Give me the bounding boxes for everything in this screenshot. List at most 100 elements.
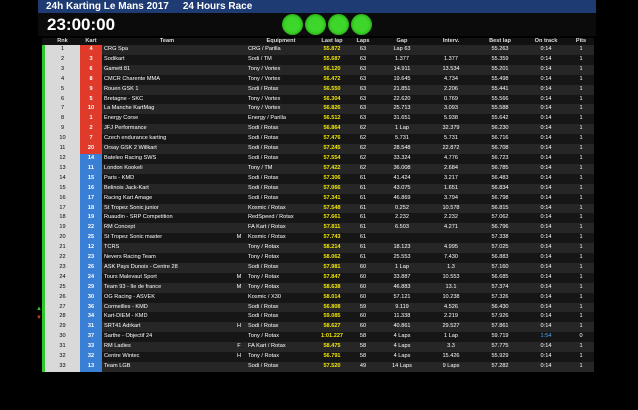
- kart-number-cell: 5: [80, 94, 102, 105]
- best-lap-cell: 55.642: [476, 114, 524, 125]
- table-row[interactable]: 4 8 CMCR Charente MMA Tony / Vortex 56.472 63…: [42, 74, 594, 85]
- table-row[interactable]: 7 10 La Manche KartMag Tony / Vortex 56.826 6…: [42, 104, 594, 115]
- on-track-cell: 0:14: [524, 54, 568, 65]
- position-down-icon: ▼: [36, 315, 42, 322]
- on-track-cell: 0:14: [524, 173, 568, 184]
- table-row[interactable]: 8 1 Energy Corse Energy / Parilla 56.512 63 31…: [42, 114, 594, 125]
- best-lap-cell: 57.374: [476, 282, 524, 293]
- table-row[interactable]: 18 19 Ruaudin - SRP Competition RedSpeed / …: [42, 213, 594, 224]
- pits-cell: 1: [568, 153, 594, 164]
- table-row[interactable]: 12 14 Bateleo Racing SWS Sodi / Rotax 57.554…: [42, 153, 594, 164]
- column-header[interactable]: Pits: [568, 38, 594, 45]
- on-track-cell: 0:14: [524, 302, 568, 313]
- table-row[interactable]: 19 22 RM Concept FA Kart / Rotax 57.811 61 6.5…: [42, 223, 594, 234]
- gap-cell: 31.651: [378, 114, 426, 125]
- category-flag-cell: [232, 64, 246, 75]
- table-row[interactable]: 26 30 OG Racing - ASVEK Kosmic / X30 58.014 6…: [42, 292, 594, 303]
- column-header[interactable]: Kart: [80, 38, 102, 45]
- table-row[interactable]: 6 5 Bretagne - SKC Tony / Vortex 56.304 63 22.…: [42, 94, 594, 105]
- best-lap-cell: 56.785: [476, 163, 524, 174]
- table-row[interactable]: 17 18 St Tropez Sonic junior Kosmic / Rotax…: [42, 203, 594, 214]
- table-row[interactable]: 31 33 RM Ladies F FA Kart / Rotax 58.475 58 4 L…: [42, 342, 594, 353]
- best-lap-cell: 57.326: [476, 292, 524, 303]
- on-track-cell: 0:14: [524, 163, 568, 174]
- on-track-cell: 0:14: [524, 94, 568, 105]
- table-row[interactable]: 13 11 London Kookeli Tony / TM 57.422 62 36.00…: [42, 163, 594, 174]
- kart-number-cell: 26: [80, 262, 102, 273]
- pits-cell: 1: [568, 282, 594, 293]
- table-row[interactable]: 11 20 Orsay GSK 2 Willkart Sodi / Rotax 57.2…: [42, 144, 594, 154]
- rank-cell: 31: [45, 342, 80, 353]
- category-flag-cell: [232, 193, 246, 204]
- category-flag-cell: [232, 183, 246, 194]
- table-row[interactable]: 25 29 Team 93 - Ile de france M Tony / Rotax…: [42, 282, 594, 293]
- kart-number-cell: 18: [80, 203, 102, 214]
- column-header[interactable]: Best lap: [476, 38, 524, 45]
- rank-cell: 25: [45, 282, 80, 293]
- category-flag-cell: [232, 203, 246, 214]
- table-row[interactable]: 30 37 Sarthe - Objectif 24 Tony / Rotax 1:01…: [42, 332, 594, 343]
- kart-number-cell: 36: [80, 302, 102, 313]
- column-header[interactable]: Laps: [348, 38, 378, 45]
- best-lap-cell: 57.861: [476, 322, 524, 333]
- gap-cell: 41.424: [378, 173, 426, 184]
- table-row[interactable]: 33 13 Team LGB Sodi / Rotax 57.520 49 14 Laps 9…: [42, 362, 594, 372]
- column-header[interactable]: Equipment: [246, 38, 316, 45]
- table-row[interactable]: 10 7 Czech endurance karting Sodi / Rotax 57…: [42, 134, 594, 145]
- column-header[interactable]: Rnk: [45, 38, 80, 45]
- column-header[interactable]: Interv.: [426, 38, 476, 45]
- table-row[interactable]: 15 16 Belinois Jack-Kart Sodi / Rotax 57.066…: [42, 183, 594, 194]
- pits-cell: 1: [568, 342, 594, 353]
- interval-cell: 2.219: [426, 312, 476, 323]
- table-row[interactable]: 3 6 Gamett 81 Tony / Vortex 56.120 63 14.911 13…: [42, 64, 594, 75]
- table-row[interactable]: 29 31 SRT41 Adrkart H Sodi / Rotax 58.627 60 40…: [42, 322, 594, 333]
- laps-cell: 60: [348, 262, 378, 273]
- pits-cell: 1: [568, 223, 594, 234]
- table-row[interactable]: 14 15 Paris - KMD Sodi / Rotax 57.306 61 41.42…: [42, 173, 594, 184]
- team-name-cell: RM Concept: [102, 223, 232, 234]
- table-row[interactable]: 16 17 Racing Kart Amage Sodi / Rotax 57.341 6…: [42, 193, 594, 204]
- table-row[interactable]: ▼ 28 34 Kart-DIEM - KMD Sodi / Rotax 59.085 60…: [36, 312, 594, 323]
- table-row[interactable]: 20 25 St Tropez Sonic master M Kosmic / Rota…: [42, 233, 594, 244]
- category-flag-cell: [232, 134, 246, 145]
- category-flag-cell: [232, 362, 246, 372]
- gap-cell: 19.645: [378, 74, 426, 85]
- last-lap-cell: 58.475: [316, 342, 348, 353]
- equipment-cell: Sodi / Rotax: [246, 134, 316, 145]
- column-header[interactable]: Gap: [378, 38, 426, 45]
- category-flag-cell: H: [232, 352, 246, 362]
- interval-cell: 29.527: [426, 322, 476, 333]
- kart-number-cell: 7: [80, 134, 102, 145]
- best-lap-cell: 56.430: [476, 302, 524, 313]
- kart-number-cell: 22: [80, 223, 102, 234]
- category-flag-cell: [232, 173, 246, 184]
- rank-cell: 21: [45, 243, 80, 254]
- table-row[interactable]: 22 23 Nevers Racing Team Tony / Rotax 58.062…: [42, 253, 594, 263]
- category-flag-cell: M: [232, 233, 246, 244]
- table-row[interactable]: 2 3 Sodikart Sodi / TM 55.687 63 1.377 1.377 55.…: [42, 54, 594, 65]
- pits-cell: 1: [568, 272, 594, 283]
- best-lap-cell: 56.230: [476, 124, 524, 135]
- table-row[interactable]: 1 4 CRG Spa CRG / Parilla 55.872 63 Lap 63 55.2…: [42, 45, 594, 55]
- table-row[interactable]: 24 24 Tours Malevaut Sport M Tony / Rotax 57.…: [42, 272, 594, 283]
- table-row[interactable]: 21 12 TCRS Tony / Rotax 58.214 61 18.123 4.995 5…: [42, 243, 594, 254]
- last-lap-cell: 57.520: [316, 362, 348, 372]
- table-row[interactable]: 32 32 Centre Wintec H Tony / Rotax 56.791 58 4 …: [42, 352, 594, 362]
- last-lap-cell: 58.627: [316, 322, 348, 333]
- column-header[interactable]: On track: [524, 38, 568, 45]
- laps-cell: 61: [348, 173, 378, 184]
- green-light-icon: [305, 14, 326, 35]
- column-header[interactable]: Last lap: [316, 38, 348, 45]
- kart-number-cell: 10: [80, 104, 102, 115]
- on-track-cell: 0:14: [524, 203, 568, 214]
- table-row[interactable]: ▲ 27 36 Cormeilles - KMD Sodi / Rotax 56.808 5…: [36, 302, 594, 313]
- table-row[interactable]: 23 26 ASK Pays Dunois - Centre 28 Sodi / Ro…: [42, 262, 594, 273]
- column-header[interactable]: Team: [102, 38, 232, 45]
- team-name-cell: Bateleo Racing SWS: [102, 153, 232, 164]
- interval-cell: 1.3: [426, 262, 476, 273]
- last-lap-cell: 57.548: [316, 203, 348, 214]
- table-row[interactable]: 9 2 JFJ Performance Sodi / Rotax 56.864 62 1 L…: [42, 124, 594, 135]
- table-row[interactable]: 5 9 Rouen GSK 1 Sodi / Rotax 56.550 63 21.851 2…: [42, 84, 594, 95]
- best-lap-cell: 56.796: [476, 223, 524, 234]
- column-header[interactable]: [232, 38, 246, 45]
